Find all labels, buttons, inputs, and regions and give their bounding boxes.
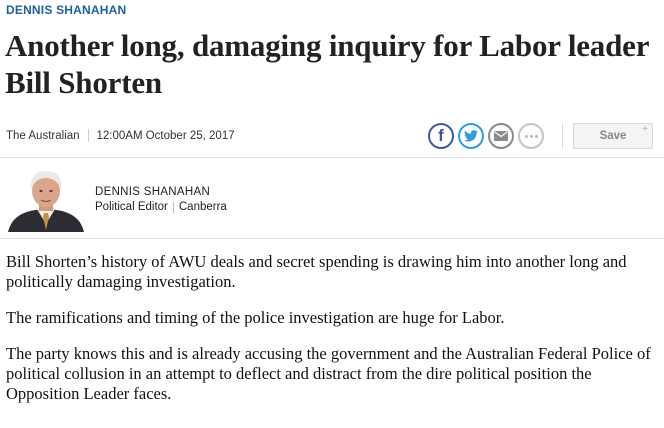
share-bar: f (428, 123, 544, 149)
author-avatar[interactable] (6, 168, 86, 232)
share-divider (562, 123, 563, 149)
meta-divider (87, 129, 89, 142)
author-role: Political Editor Canberra (95, 201, 227, 213)
header-rule (0, 157, 664, 158)
body-paragraph: The party knows this and is already accu… (6, 344, 651, 403)
article-body: Bill Shorten’s history of AWU deals and … (6, 252, 661, 420)
save-label: Save (599, 130, 627, 142)
author-portrait-icon (6, 168, 86, 232)
twitter-bird-glyph (464, 130, 478, 142)
publication-name: The Australian (6, 129, 80, 142)
author-title: Political Editor (95, 201, 168, 213)
body-paragraph: Bill Shorten’s history of AWU deals and … (6, 252, 627, 291)
more-dot (529, 134, 533, 138)
publish-datetime: 12:00AM October 25, 2017 (96, 129, 235, 142)
more-icon[interactable] (518, 123, 544, 149)
facebook-glyph: f (438, 126, 444, 145)
plus-icon: + (642, 124, 648, 135)
facebook-icon[interactable]: f (428, 123, 454, 149)
role-divider (172, 201, 174, 213)
article-meta: The Australian 12:00AM October 25, 2017 (6, 129, 235, 142)
body-paragraph: The ramifications and timing of the poli… (6, 308, 505, 327)
byline-rule (0, 238, 664, 239)
article-headline: Another long, damaging inquiry for Labor… (5, 28, 649, 100)
author-location: Canberra (178, 201, 227, 213)
twitter-icon[interactable] (458, 123, 484, 149)
save-button[interactable]: Save + (573, 123, 653, 149)
email-icon[interactable] (488, 123, 514, 149)
more-dot (524, 134, 528, 138)
author-kicker[interactable]: DENNIS SHANAHAN (6, 3, 126, 17)
author-name[interactable]: DENNIS SHANAHAN (95, 186, 210, 198)
more-dot (534, 134, 538, 138)
envelope-glyph (494, 131, 508, 141)
